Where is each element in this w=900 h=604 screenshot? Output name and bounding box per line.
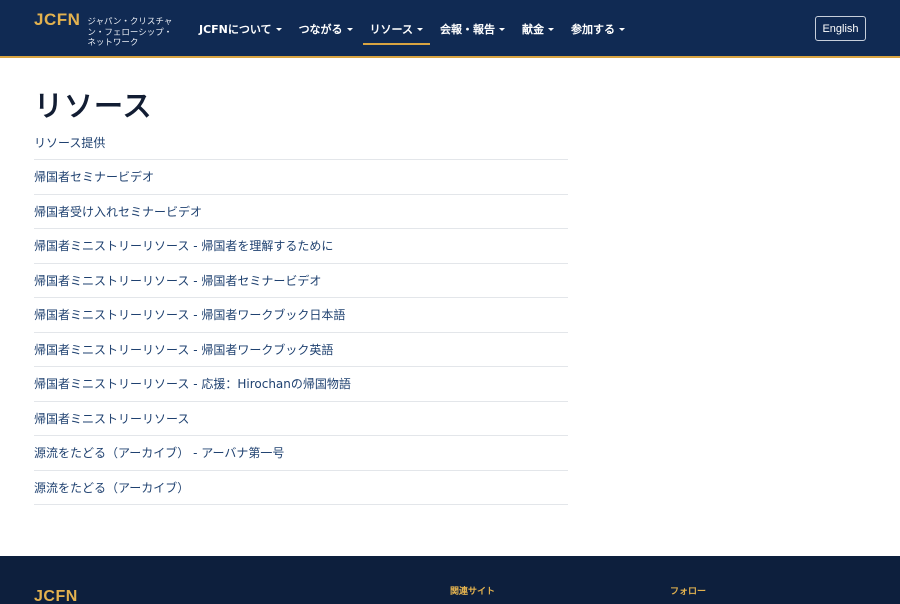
nav-item-about[interactable]: JCFNについて (192, 13, 289, 45)
footer-related-sites-heading: 関連サイト (450, 587, 496, 597)
caret-down-icon (619, 27, 626, 31)
caret-down-icon (346, 27, 353, 31)
resource-link[interactable]: 源流をたどる（アーカイブ） - アーバナ第一号 (34, 444, 284, 461)
footer-logo[interactable]: JCFN (34, 588, 78, 604)
list-item: 源流をたどる（アーカイブ） - アーバナ第一号 (34, 436, 568, 471)
nav-item-label: つながる (298, 23, 343, 36)
language-button[interactable]: English (815, 16, 866, 41)
nav-item-label: リソース (369, 23, 414, 36)
list-item: 帰国者ミニストリーリソース - 応援：Hirochanの帰国物語 (34, 367, 568, 402)
resource-link[interactable]: 帰国者ミニストリーリソース (34, 410, 189, 427)
nav-item-label: 参加する (571, 23, 616, 36)
resource-link[interactable]: 帰国者ミニストリーリソース - 帰国者ワークブック英語 (34, 341, 333, 358)
list-item: 帰国者セミナービデオ (34, 160, 568, 195)
caret-down-icon (275, 27, 282, 31)
nav-item-donate[interactable]: 献金 (515, 13, 561, 45)
nav-item-newsletter[interactable]: 会報・報告 (433, 13, 512, 45)
list-item: 帰国者ミニストリーリソース - 帰国者ワークブック日本語 (34, 298, 568, 333)
list-item: 帰国者ミニストリーリソース - 帰国者を理解するために (34, 229, 568, 264)
nav-item-resources[interactable]: リソース (362, 13, 431, 45)
resource-link[interactable]: 帰国者ミニストリーリソース - 帰国者ワークブック日本語 (34, 306, 345, 323)
main-nav: JCFNについて つながる リソース 会報・報告 献金 参加する (192, 0, 635, 58)
list-item: リソース提供 (34, 132, 568, 160)
nav-item-join[interactable]: 参加する (564, 13, 632, 45)
resource-link[interactable]: 帰国者受け入れセミナービデオ (34, 203, 202, 220)
list-item: 帰国者ミニストリーリソース - 帰国者セミナービデオ (34, 264, 568, 298)
brand-logo-link[interactable]: JCFN ジャパン・クリスチャン・フェローシップ・ネットワーク (34, 10, 175, 49)
nav-item-label: 会報・報告 (440, 23, 496, 36)
site-header: JCFN ジャパン・クリスチャン・フェローシップ・ネットワーク JCFNについて… (0, 0, 900, 58)
resource-list: リソース提供 帰国者セミナービデオ 帰国者受け入れセミナービデオ 帰国者ミニスト… (34, 132, 568, 505)
site-footer: JCFN 関連サイト フォロー (0, 556, 900, 604)
footer-follow-heading: フォロー (670, 587, 707, 597)
page-title: リソース (34, 89, 153, 123)
caret-down-icon (499, 27, 506, 31)
caret-down-icon (548, 27, 555, 31)
brand-subtitle: ジャパン・クリスチャン・フェローシップ・ネットワーク (87, 17, 173, 48)
resource-link[interactable]: 帰国者ミニストリーリソース - 帰国者を理解するために (34, 237, 333, 254)
main-content: リソース リソース提供 帰国者セミナービデオ 帰国者受け入れセミナービデオ 帰国… (34, 86, 568, 505)
list-item: 源流をたどる（アーカイブ） (34, 471, 568, 505)
list-item: 帰国者ミニストリーリソース - 帰国者ワークブック英語 (34, 333, 568, 367)
resource-link[interactable]: 帰国者ミニストリーリソース - 応援：Hirochanの帰国物語 (34, 375, 351, 392)
list-item: 帰国者受け入れセミナービデオ (34, 195, 568, 229)
resource-link[interactable]: リソース提供 (34, 134, 105, 151)
list-item: 帰国者ミニストリーリソース (34, 402, 568, 436)
brand-logo: JCFN (34, 10, 81, 29)
caret-down-icon (417, 27, 424, 31)
resource-link[interactable]: 帰国者ミニストリーリソース - 帰国者セミナービデオ (34, 272, 321, 289)
nav-item-label: JCFNについて (199, 23, 272, 36)
resource-link[interactable]: 帰国者セミナービデオ (34, 168, 154, 185)
nav-item-connect[interactable]: つながる (292, 13, 360, 45)
nav-item-label: 献金 (522, 23, 545, 36)
resource-link[interactable]: 源流をたどる（アーカイブ） (34, 479, 189, 496)
